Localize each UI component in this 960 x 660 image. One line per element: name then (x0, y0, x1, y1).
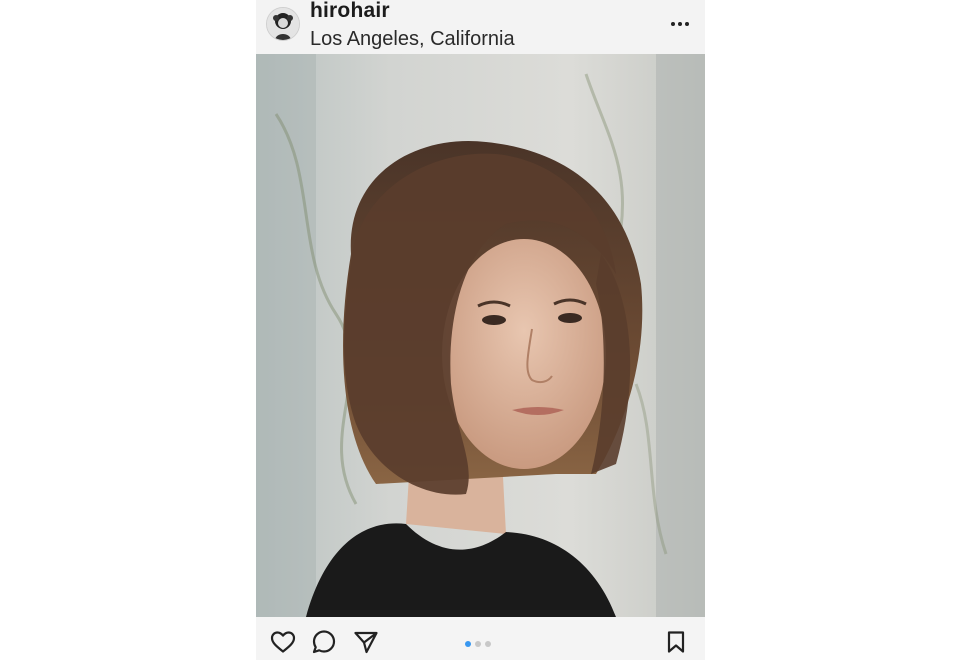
comment-bubble-icon (312, 630, 336, 654)
carousel-dot (475, 641, 481, 647)
instagram-post: hirohair Los Angeles, California (256, 0, 705, 660)
action-bar (256, 617, 705, 660)
more-options-button[interactable] (665, 12, 695, 36)
bookmark-icon (667, 631, 685, 653)
avatar[interactable] (266, 7, 300, 41)
heart-icon (270, 631, 296, 653)
username[interactable]: hirohair (310, 0, 390, 23)
location-link[interactable]: Los Angeles, California (310, 27, 515, 51)
share-button[interactable] (352, 629, 380, 655)
more-options-icon (671, 22, 689, 26)
carousel-indicator (465, 641, 491, 647)
comment-button[interactable] (310, 629, 338, 655)
post-header: hirohair Los Angeles, California (256, 0, 705, 54)
carousel-dot-active (465, 641, 471, 647)
paper-plane-icon (354, 631, 378, 654)
like-button[interactable] (269, 629, 297, 655)
save-button[interactable] (662, 629, 690, 655)
post-photo[interactable] (256, 54, 705, 617)
carousel-dot (485, 641, 491, 647)
